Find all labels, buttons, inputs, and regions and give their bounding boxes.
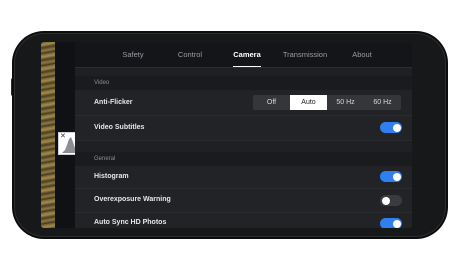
tab-safety[interactable]: Safety — [115, 42, 151, 67]
overexposure-warning-row: Overexposure Warning — [75, 189, 412, 213]
histogram-row: Histogram — [75, 166, 412, 189]
histogram-label: Histogram — [94, 173, 129, 180]
anti-flicker-option-60hz[interactable]: 60 Hz — [364, 95, 401, 110]
camera-feed — [41, 42, 55, 228]
auto-sync-hd-photos-toggle[interactable] — [380, 218, 402, 228]
settings-tabs: Safety Control Camera Transmission About — [75, 42, 412, 68]
section-header-video: Video — [75, 76, 412, 90]
anti-flicker-segmented-control: Off Auto 50 Hz 60 Hz — [253, 95, 401, 110]
anti-flicker-option-50hz[interactable]: 50 Hz — [327, 95, 364, 110]
app-screen: ✕ Safety Control Camera Transmission Abo… — [41, 42, 412, 228]
anti-flicker-option-off[interactable]: Off — [253, 95, 290, 110]
toggle-knob — [381, 196, 390, 205]
anti-flicker-row: Anti-Flicker Off Auto 50 Hz 60 Hz — [75, 90, 412, 116]
auto-sync-hd-photos-label: Auto Sync HD Photos — [94, 219, 167, 226]
anti-flicker-label: Anti-Flicker — [94, 99, 133, 106]
auto-sync-hd-photos-row: Auto Sync HD Photos — [75, 213, 412, 228]
video-subtitles-row: Video Subtitles — [75, 116, 412, 141]
toggle-knob — [392, 219, 401, 228]
overexposure-warning-label: Overexposure Warning — [94, 196, 171, 203]
tab-camera[interactable]: Camera — [229, 42, 265, 67]
tab-transmission[interactable]: Transmission — [279, 42, 331, 67]
tab-about[interactable]: About — [345, 42, 379, 67]
histogram-toggle[interactable] — [380, 171, 402, 182]
anti-flicker-option-auto[interactable]: Auto — [290, 95, 327, 110]
overexposure-warning-toggle[interactable] — [380, 195, 402, 206]
toggle-knob — [392, 123, 401, 132]
video-subtitles-label: Video Subtitles — [94, 124, 145, 131]
section-header-general: General — [75, 152, 412, 166]
settings-panel: Safety Control Camera Transmission About… — [75, 42, 412, 228]
video-subtitles-toggle[interactable] — [380, 122, 402, 133]
toggle-knob — [392, 172, 401, 181]
tab-control[interactable]: Control — [172, 42, 208, 67]
